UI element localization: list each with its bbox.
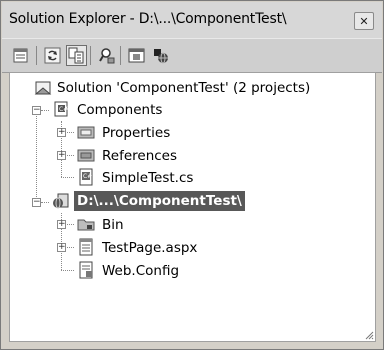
- solution-tree[interactable]: Solution 'ComponentTest' (2 projects) − …: [9, 72, 376, 342]
- properties-icon: [13, 48, 28, 63]
- tree-connector: [65, 155, 74, 156]
- properties-folder-icon: [77, 126, 95, 139]
- expand-toggle[interactable]: +: [57, 128, 66, 137]
- tree-connector: [61, 177, 74, 178]
- close-icon: ✕: [359, 14, 369, 28]
- folder-icon: [77, 219, 95, 231]
- find-icon: [99, 48, 115, 64]
- resize-grip-icon[interactable]: [364, 330, 374, 340]
- close-button[interactable]: ✕: [354, 12, 374, 30]
- tree-connector: [61, 270, 74, 271]
- tree-connector: [65, 132, 74, 133]
- properties-button[interactable]: [11, 45, 32, 66]
- csharp-project-icon: C#: [54, 101, 68, 117]
- toolbar-separator: [90, 46, 91, 65]
- window-title: Solution Explorer - D:\...\ComponentTest…: [9, 11, 287, 27]
- copy-website-button[interactable]: [150, 45, 171, 66]
- view-designer-button[interactable]: [126, 45, 147, 66]
- solution-node[interactable]: Solution 'ComponentTest' (2 projects): [57, 78, 310, 98]
- tree-connector: [41, 202, 49, 203]
- collapse-toggle[interactable]: −: [32, 198, 41, 207]
- node-testpage[interactable]: TestPage.aspx: [102, 238, 197, 258]
- node-webconfig[interactable]: Web.Config: [102, 261, 179, 281]
- csharp-file-icon: C#: [79, 168, 93, 186]
- config-file-icon: [79, 261, 93, 279]
- title-bar[interactable]: Solution Explorer - D:\...\ComponentTest…: [2, 2, 382, 38]
- toolbar-separator: [36, 46, 37, 65]
- view-designer-icon: [128, 48, 145, 63]
- toolbar: [2, 38, 382, 73]
- aspx-file-icon: [79, 238, 93, 256]
- solution-icon: [34, 81, 52, 95]
- toolbar-separator: [120, 46, 121, 65]
- tree-connector: [36, 111, 37, 201]
- project-node-components[interactable]: Components: [77, 100, 162, 120]
- tree-connector: [65, 224, 74, 225]
- expand-toggle[interactable]: +: [57, 220, 66, 229]
- tree-connector: [65, 247, 74, 248]
- node-bin[interactable]: Bin: [102, 215, 124, 235]
- show-all-files-button[interactable]: [66, 45, 87, 66]
- svg-text:C#: C#: [59, 106, 68, 113]
- show-all-files-icon: [68, 47, 84, 64]
- project-node-website[interactable]: D:\...\ComponentTest\: [74, 191, 245, 211]
- expand-toggle[interactable]: +: [57, 243, 66, 252]
- svg-text:C#: C#: [83, 173, 92, 180]
- refresh-button[interactable]: [42, 45, 63, 66]
- node-simpletest[interactable]: SimpleTest.cs: [102, 168, 193, 188]
- refresh-icon: [44, 47, 61, 64]
- tree-connector: [41, 110, 49, 111]
- node-references[interactable]: References: [102, 146, 177, 166]
- website-project-icon: [53, 193, 69, 209]
- node-properties[interactable]: Properties: [102, 123, 170, 143]
- references-folder-icon: [77, 149, 95, 162]
- find-button[interactable]: [96, 45, 117, 66]
- copy-website-icon: [154, 49, 168, 64]
- expand-toggle[interactable]: +: [57, 151, 66, 160]
- solution-explorer-window: Solution Explorer - D:\...\ComponentTest…: [0, 0, 384, 350]
- collapse-toggle[interactable]: −: [32, 106, 41, 115]
